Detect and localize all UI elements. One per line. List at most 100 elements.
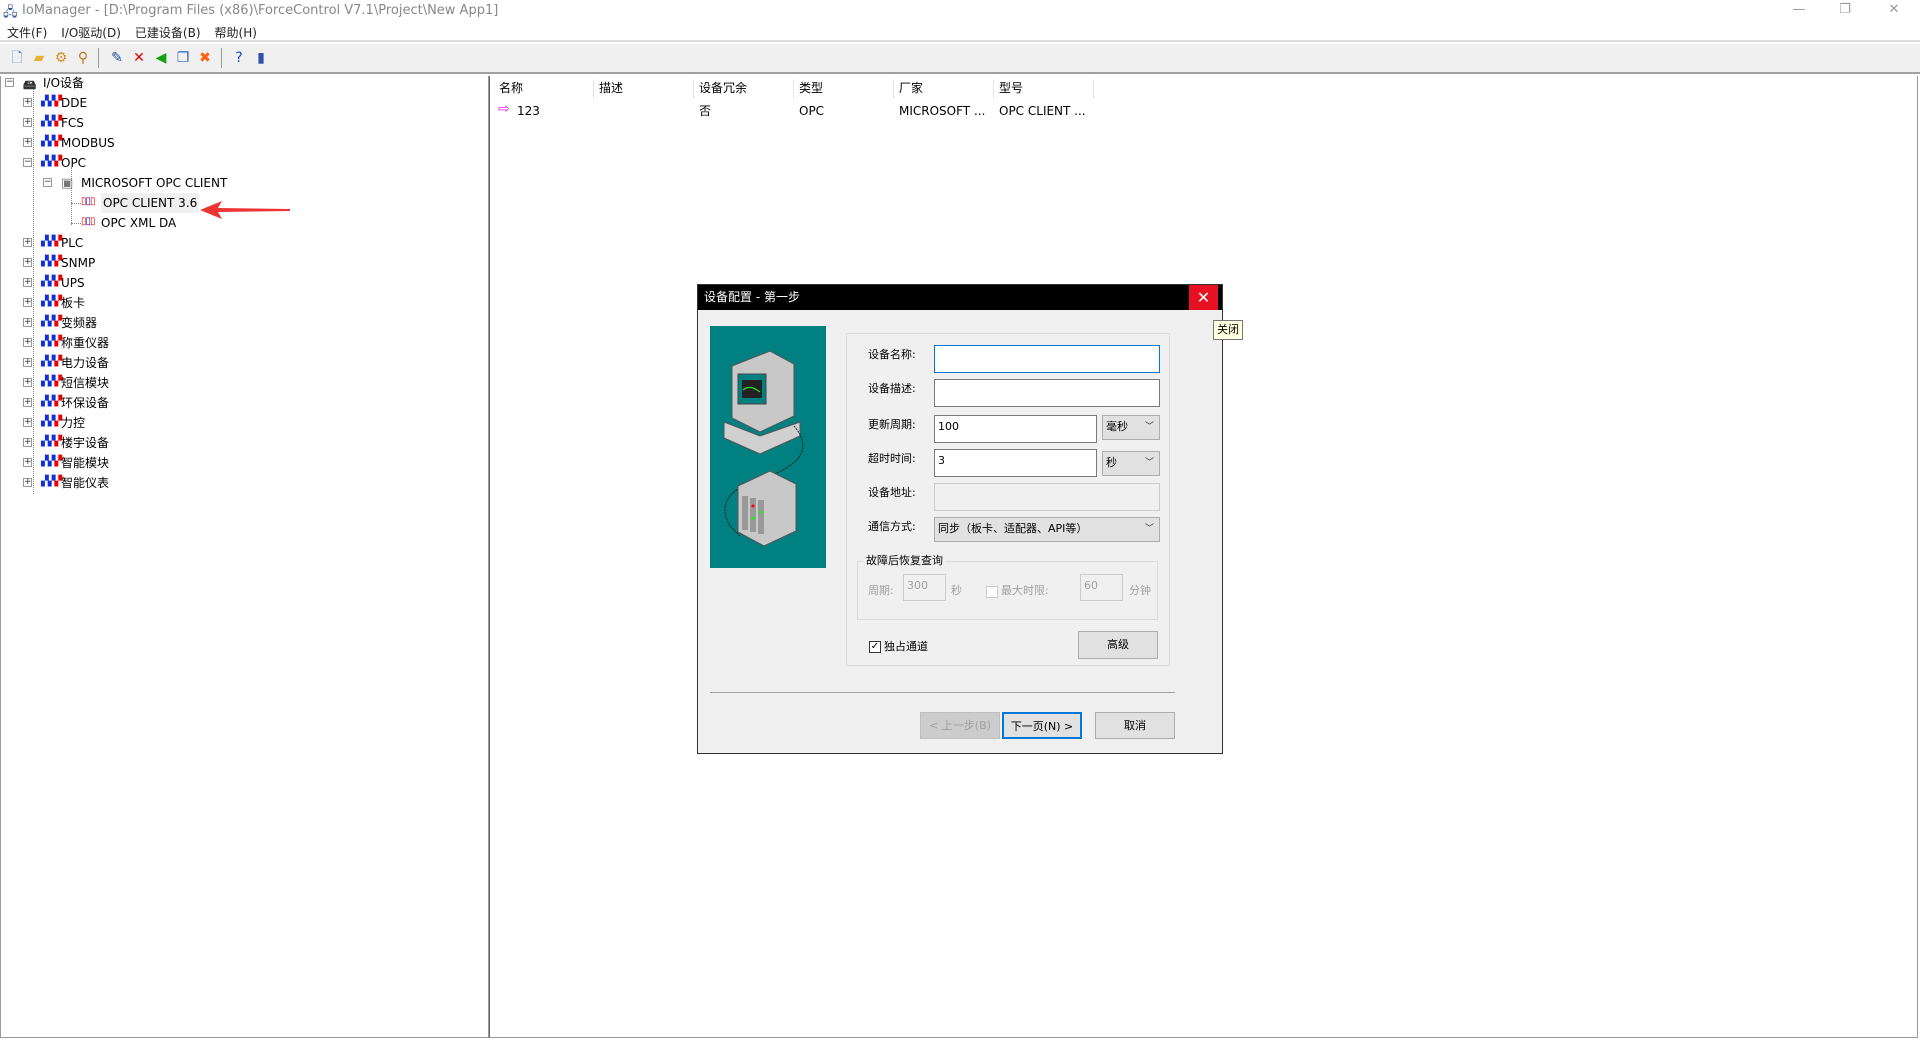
tree-node[interactable]: SNMP — [61, 253, 95, 273]
tree-node[interactable]: UPS — [61, 273, 85, 293]
column-header[interactable]: 厂家 — [894, 79, 994, 99]
tree-node[interactable]: OPC XML DA — [101, 213, 176, 233]
table-cell-type: OPC — [799, 104, 825, 118]
exclusive-channel-checkbox[interactable]: ✓ — [869, 641, 881, 653]
expand-icon[interactable]: + — [23, 358, 32, 367]
expand-icon[interactable]: + — [23, 98, 32, 107]
tree-node[interactable]: 力控 — [61, 413, 85, 433]
copy-config-icon[interactable]: ❐ — [174, 49, 192, 67]
tree-node[interactable]: 楼宇设备 — [61, 433, 109, 453]
column-header[interactable]: 型号 — [994, 79, 1094, 99]
next-button[interactable]: 下一页(N) > — [1002, 712, 1082, 739]
tree-node[interactable]: I/O设备 — [43, 73, 84, 93]
expand-icon[interactable]: + — [23, 478, 32, 487]
driver-icon: ▯▯▯ — [81, 196, 95, 207]
tree-line — [71, 223, 81, 224]
timeout-input[interactable]: 3 — [934, 449, 1097, 477]
device-desc-label: 设备描述: — [868, 382, 916, 395]
tree-node[interactable]: DDE — [61, 93, 87, 113]
column-header[interactable]: 设备冗余 — [694, 79, 794, 99]
expand-icon[interactable]: + — [23, 338, 32, 347]
period-unit: 秒 — [951, 584, 962, 597]
minimize-button[interactable]: — — [1776, 0, 1822, 22]
driver-icon[interactable]: ⚙ — [52, 49, 70, 67]
expand-icon[interactable]: + — [23, 238, 32, 247]
column-header[interactable]: 名称 — [494, 79, 594, 99]
delete-all-icon[interactable]: ✖ — [196, 49, 214, 67]
close-tooltip: 关闭 — [1213, 320, 1243, 340]
expand-icon[interactable]: + — [23, 458, 32, 467]
tree-node[interactable]: OPC — [61, 153, 86, 173]
new-file-icon[interactable]: 🗋 — [8, 49, 26, 67]
exit-icon[interactable]: ▮ — [252, 49, 270, 67]
menu-file[interactable]: 文件(F) — [0, 22, 54, 43]
cancel-button[interactable]: 取消 — [1095, 712, 1175, 739]
tree-node[interactable]: OPC CLIENT 3.6 — [101, 193, 200, 213]
back-icon[interactable]: ◀ — [152, 49, 170, 67]
tree-node[interactable]: PLC — [61, 233, 83, 253]
expand-icon[interactable]: + — [23, 318, 32, 327]
title-bar: 🖧 IoManager - [D:\Program Files (x86)\Fo… — [0, 0, 1920, 22]
tree-node[interactable]: FCS — [61, 113, 84, 133]
open-folder-icon[interactable]: ▰ — [30, 49, 48, 67]
expand-icon[interactable]: + — [23, 138, 32, 147]
menu-io-driver[interactable]: I/O驱动(D) — [54, 22, 128, 43]
expand-icon[interactable]: + — [23, 438, 32, 447]
help-icon[interactable]: ? — [230, 49, 248, 67]
driver-category-icon: ▞▞▞ — [41, 136, 62, 147]
tree-node[interactable]: 智能模块 — [61, 453, 109, 473]
restore-button[interactable]: ❐ — [1822, 0, 1868, 22]
driver-category-icon: ▞▞▞ — [41, 236, 62, 247]
collapse-icon[interactable]: − — [5, 78, 14, 87]
toolbar: 🗋 ▰ ⚙ ⚲ ✎ ✕ ◀ ❐ ✖? ▮ — [0, 44, 1920, 74]
max-time-input: 60 — [1080, 574, 1123, 601]
search-icon[interactable]: ⚲ — [74, 49, 92, 67]
tree-node[interactable]: 板卡 — [61, 293, 85, 313]
tree-node[interactable]: 称重仪器 — [61, 333, 109, 353]
comm-mode-select[interactable]: 同步（板卡、适配器、API等） ﹀ — [934, 517, 1160, 542]
dialog-close-button[interactable]: ✕ — [1189, 285, 1218, 310]
advanced-button[interactable]: 高级 — [1078, 631, 1158, 659]
period-label: 周期: — [868, 584, 894, 597]
device-desc-input[interactable] — [934, 379, 1160, 407]
expand-icon[interactable]: + — [23, 278, 32, 287]
device-name-input[interactable] — [934, 345, 1160, 373]
device-tree[interactable]: − 🖴 I/O设备 + ▞▞▞ DDE + ▞▞▞ FCS + ▞▞▞ MODBUS − ▞▞▞ OPC − ▣… — [0, 76, 489, 1038]
prev-button: < 上一步(B) — [920, 712, 1000, 739]
timeout-unit-select[interactable]: 秒 ﹀ — [1102, 451, 1160, 476]
table-cell-model: OPC CLIENT ... — [999, 104, 1086, 118]
expand-icon[interactable]: + — [23, 298, 32, 307]
tree-node[interactable]: 环保设备 — [61, 393, 109, 413]
menu-help[interactable]: 帮助(H) — [208, 22, 264, 43]
edit-icon[interactable]: ✎ — [108, 49, 126, 67]
expand-icon[interactable]: + — [23, 258, 32, 267]
column-header[interactable]: 描述 — [594, 79, 694, 99]
timeout-label: 超时时间: — [868, 452, 916, 465]
update-period-label: 更新周期: — [868, 418, 916, 431]
close-window-button[interactable]: ✕ — [1871, 0, 1917, 22]
expand-icon[interactable]: + — [23, 378, 32, 387]
column-header[interactable]: 类型 — [794, 79, 894, 99]
menu-devices[interactable]: 已建设备(B) — [128, 22, 208, 43]
delete-icon[interactable]: ✕ — [130, 49, 148, 67]
chevron-down-icon: ﹀ — [1144, 422, 1154, 432]
tree-line — [71, 203, 81, 204]
table-cell-desc — [594, 102, 599, 120]
tree-node[interactable]: 短信模块 — [61, 373, 109, 393]
expand-icon[interactable]: + — [23, 398, 32, 407]
collapse-icon[interactable]: − — [23, 158, 32, 167]
tree-node[interactable]: 智能仪表 — [61, 473, 109, 493]
tree-node[interactable]: 电力设备 — [61, 353, 109, 373]
expand-icon[interactable]: + — [23, 118, 32, 127]
driver-category-icon: ▞▞▞ — [41, 376, 62, 387]
tree-node[interactable]: MODBUS — [61, 133, 115, 153]
table-cell-redundant: 否 — [699, 104, 712, 118]
tree-node[interactable]: MICROSOFT OPC CLIENT — [81, 173, 227, 193]
expand-icon[interactable]: + — [23, 418, 32, 427]
chevron-down-icon: ﹀ — [1144, 458, 1154, 468]
arrow-right-icon: ⇨ — [498, 101, 510, 117]
tree-node[interactable]: 变频器 — [61, 313, 97, 333]
collapse-icon[interactable]: − — [43, 178, 52, 187]
update-period-input[interactable]: 100 — [934, 415, 1097, 443]
update-unit-select[interactable]: 毫秒 ﹀ — [1102, 415, 1160, 440]
